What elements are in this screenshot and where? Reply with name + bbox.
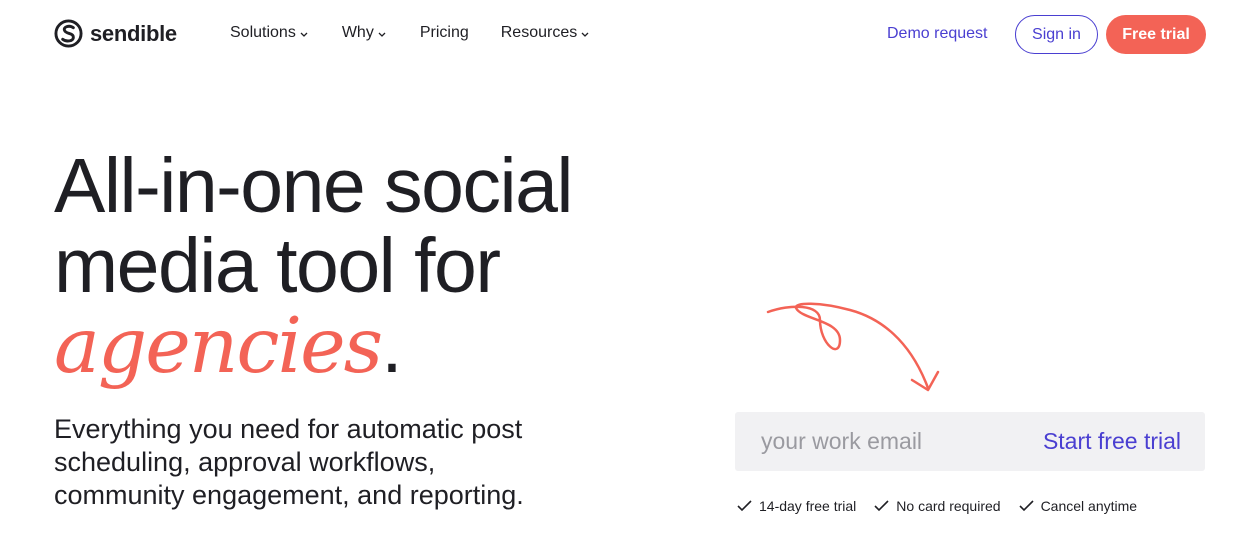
nav-item-solutions[interactable]: Solutions	[230, 24, 309, 42]
sign-in-button[interactable]: Sign in	[1015, 15, 1098, 54]
headline-line-3: agencies.	[54, 306, 572, 387]
email-signup-form: Start free trial	[735, 412, 1205, 471]
perk-item: 14-day free trial	[737, 498, 856, 514]
perk-item: No card required	[874, 498, 1001, 514]
free-trial-button[interactable]: Free trial	[1106, 15, 1206, 54]
logo-text: sendible	[90, 20, 177, 46]
demo-request-link[interactable]: Demo request	[887, 25, 988, 43]
perk-label: No card required	[896, 498, 1001, 514]
sendible-logo-icon	[54, 19, 83, 48]
hero-subtext: Everything you need for automatic post s…	[54, 414, 524, 510]
nav-item-why[interactable]: Why	[342, 24, 387, 42]
chevron-down-icon	[378, 32, 386, 37]
site-header: sendible Solutions Why Pricing Resources…	[0, 0, 1245, 70]
nav-item-pricing[interactable]: Pricing	[420, 24, 469, 42]
logo[interactable]: sendible	[54, 19, 177, 48]
curly-arrow-icon	[766, 302, 940, 392]
nav-item-label: Resources	[500, 24, 578, 41]
hero-headline: All-in-one social media tool for agencie…	[54, 143, 574, 387]
nav-item-label: Why	[341, 24, 374, 41]
headline-line-1: All-in-one social	[54, 143, 574, 229]
checkmark-icon	[737, 500, 752, 512]
chevron-down-icon	[300, 32, 308, 37]
trial-perks: 14-day free trial No card required Cance…	[737, 498, 1137, 514]
headline-accent-word: agencies	[54, 302, 383, 391]
nav-item-label: Pricing	[419, 24, 469, 41]
nav-item-label: Solutions	[230, 24, 296, 41]
perk-label: Cancel anytime	[1040, 498, 1138, 514]
perk-item: Cancel anytime	[1018, 498, 1138, 514]
start-free-trial-button[interactable]: Start free trial	[1043, 428, 1181, 455]
headline-period: .	[381, 303, 402, 389]
checkmark-icon	[874, 500, 889, 512]
work-email-input[interactable]	[761, 428, 1001, 455]
nav-item-resources[interactable]: Resources	[501, 24, 590, 42]
main-nav: Solutions Why Pricing Resources	[230, 24, 590, 42]
chevron-down-icon	[581, 32, 589, 37]
headline-line-2: media tool for	[54, 223, 501, 309]
checkmark-icon	[1018, 500, 1034, 512]
perk-label: 14-day free trial	[759, 498, 857, 514]
